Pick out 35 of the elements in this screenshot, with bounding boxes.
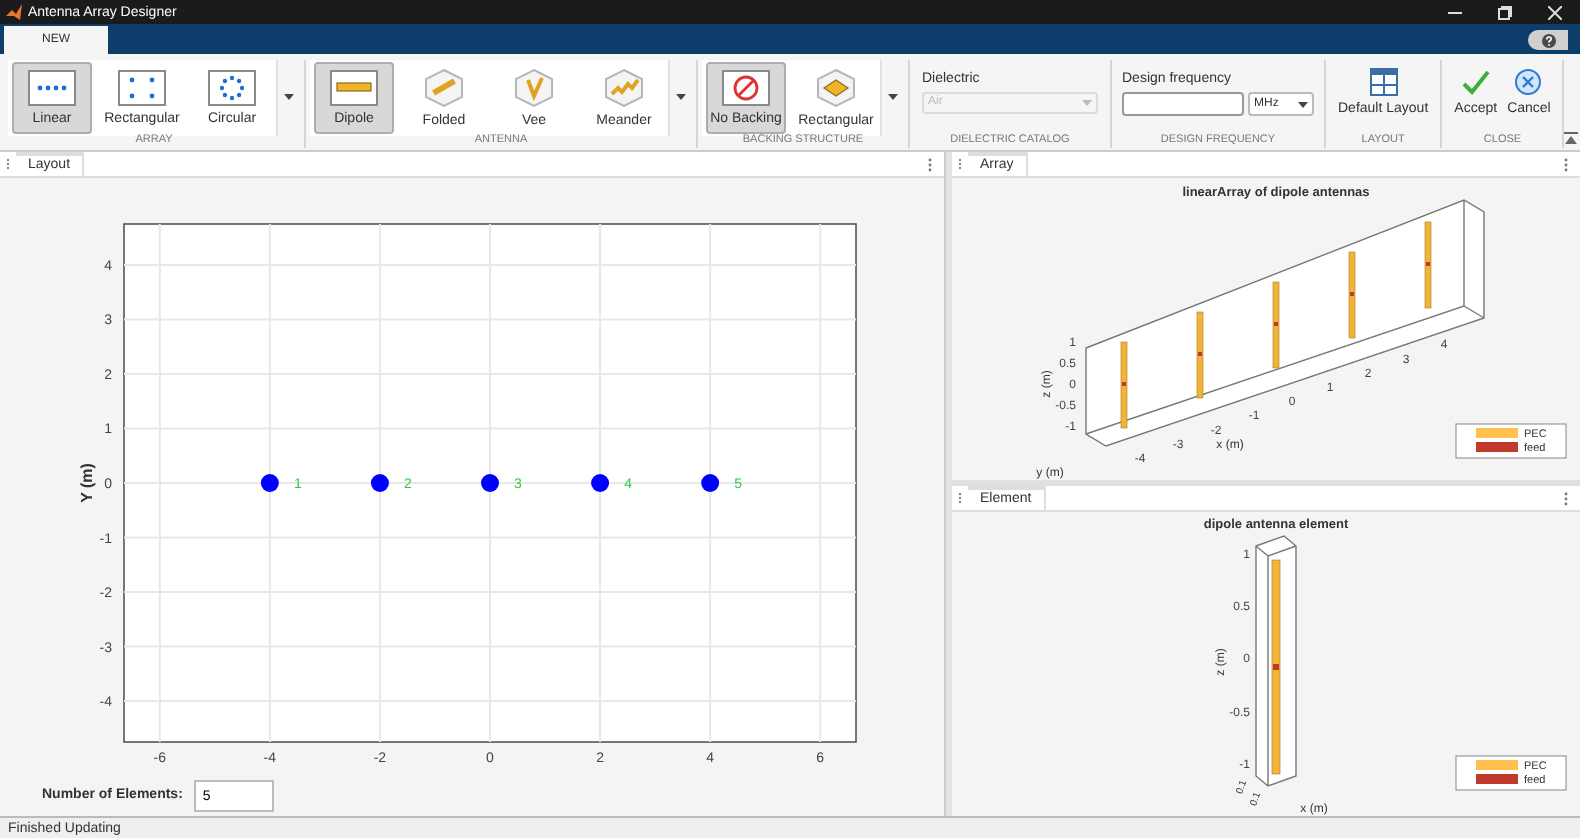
- linear-array-icon: [28, 69, 76, 106]
- folded-dipole-icon: [422, 67, 466, 108]
- grid-layout-icon: [1369, 68, 1398, 96]
- vee-antenna-icon: [512, 67, 556, 108]
- dipole-drawing: [1120, 341, 1128, 429]
- element-marker[interactable]: [260, 474, 279, 492]
- dipole-drawing: [1272, 281, 1280, 369]
- caret-icon: [1082, 100, 1092, 106]
- cancel-icon: [1514, 68, 1543, 96]
- help-icon: [1541, 33, 1555, 47]
- dipole-drawing: [1348, 251, 1356, 339]
- reflector-plate-icon: [814, 67, 858, 108]
- collapse-icon[interactable]: [1564, 132, 1579, 144]
- restore-icon[interactable]: [1498, 5, 1512, 19]
- help-button[interactable]: [1528, 30, 1568, 50]
- meander-antenna-icon: [602, 67, 646, 108]
- caret-icon: [1298, 101, 1308, 107]
- checkmark-icon: [1461, 68, 1490, 96]
- caret-icon: [284, 94, 294, 101]
- element-marker[interactable]: [481, 474, 499, 492]
- dipole-icon: [330, 69, 378, 106]
- dipole-drawing: [1196, 311, 1204, 399]
- close-icon[interactable]: [1548, 5, 1562, 19]
- caret-icon: [676, 94, 686, 101]
- y-axis-label: Y (m): [78, 463, 96, 503]
- circular-array-icon: [208, 69, 256, 106]
- element-marker[interactable]: [370, 474, 389, 492]
- app-logo-icon: [6, 4, 22, 20]
- no-entry-icon: [722, 69, 770, 106]
- element-marker[interactable]: [701, 474, 720, 492]
- caret-icon: [888, 94, 898, 101]
- rectangular-array-icon: [118, 69, 166, 106]
- dipole-drawing: [1424, 221, 1432, 309]
- frequency-input[interactable]: [1122, 92, 1244, 116]
- element-marker[interactable]: [591, 474, 610, 492]
